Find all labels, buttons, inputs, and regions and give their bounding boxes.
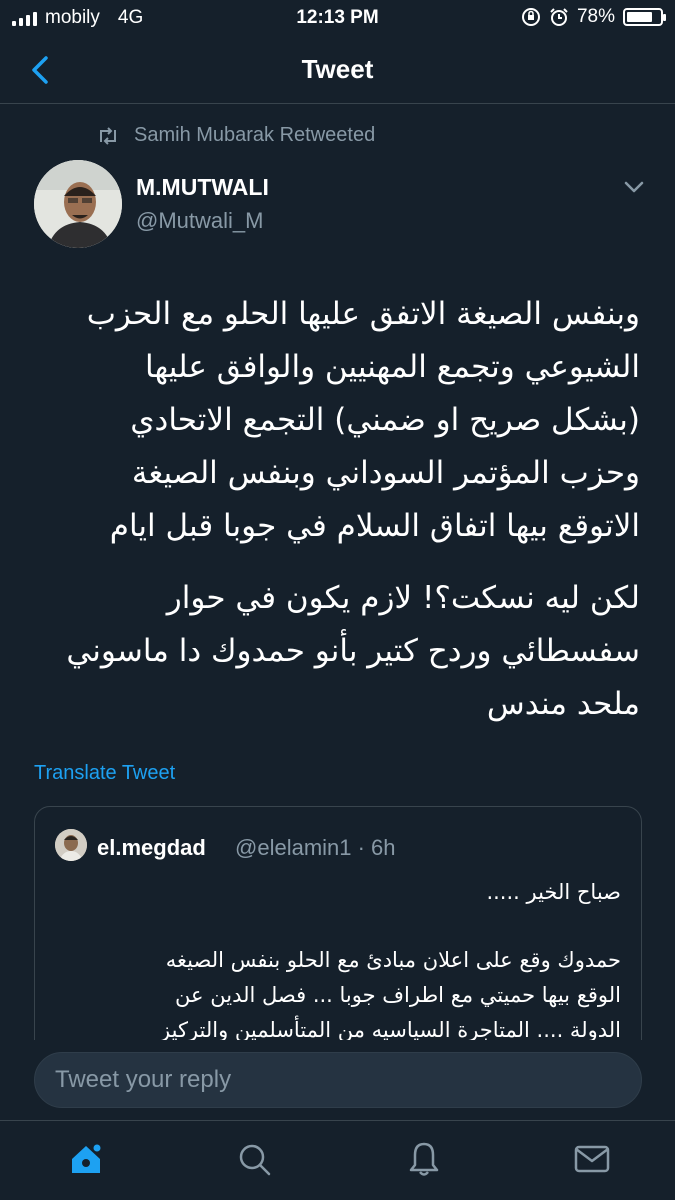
bottom-tab-bar	[0, 1120, 675, 1200]
page-title: Tweet	[301, 54, 374, 84]
quoted-text-body: حمدوك وقع على اعلان مبادئ مع الحلو بنفس …	[160, 948, 621, 1042]
quoted-author-meta: @elelamin1 · 6h	[235, 835, 396, 860]
battery-fill	[627, 12, 652, 22]
retweet-label: Samih Mubarak Retweeted	[134, 124, 376, 146]
status-bar: mobily 4G 12:13 PM 78%	[0, 0, 675, 36]
translate-tweet-link[interactable]: Translate Tweet	[34, 762, 175, 785]
tweet-text-paragraph-2: لكن ليه نسكت؟! لازم يكون في حوار سفسطائي…	[66, 580, 640, 722]
quoted-tweet-card[interactable]: el.megdad @elelamin1 · 6h صباح الخير ...…	[34, 806, 642, 1066]
notifications-icon	[409, 1142, 439, 1176]
tab-search[interactable]	[234, 1139, 274, 1179]
reply-box[interactable]	[34, 1052, 642, 1108]
avatar[interactable]	[34, 160, 122, 248]
chevron-down-icon[interactable]	[620, 176, 648, 198]
tweet-text-paragraph-1: وبنفس الصيغة الاتفق عليها الحلو مع الحزب…	[86, 296, 640, 544]
quoted-avatar-image	[55, 829, 87, 861]
status-right: 78%	[521, 6, 666, 28]
home-icon	[72, 1142, 103, 1173]
tab-notifications[interactable]	[404, 1139, 444, 1179]
messages-icon	[574, 1145, 610, 1173]
battery-icon	[623, 8, 666, 26]
retweet-icon	[100, 126, 116, 145]
avatar-image	[34, 160, 122, 248]
reply-input[interactable]	[55, 1066, 615, 1094]
search-icon	[239, 1144, 271, 1176]
quoted-text-line-1: صباح الخير .....	[486, 880, 621, 904]
author-handle[interactable]: @Mutwali_M	[136, 208, 263, 234]
reply-bar	[0, 1040, 675, 1120]
author-name[interactable]: M.MUTWALI	[136, 174, 269, 201]
battery-percent: 78%	[576, 6, 615, 27]
quoted-author-name: el.megdad	[97, 835, 206, 860]
tab-messages[interactable]	[572, 1139, 612, 1179]
tab-home[interactable]	[66, 1139, 106, 1179]
orientation-lock-icon	[521, 8, 540, 26]
alarm-icon	[550, 8, 568, 26]
top-nav: Tweet	[0, 36, 675, 104]
retweet-context[interactable]: Samih Mubarak Retweeted	[96, 124, 375, 147]
quoted-avatar	[55, 829, 87, 861]
